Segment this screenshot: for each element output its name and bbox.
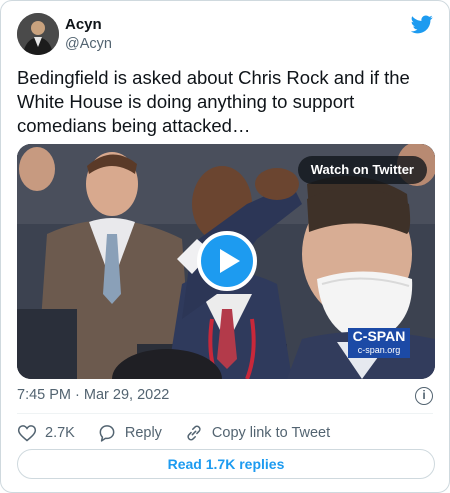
link-icon [187, 425, 201, 441]
reply-button[interactable]: Reply [97, 423, 162, 443]
cspan-brand: C-SPAN [352, 328, 406, 344]
author-name[interactable]: Acyn [65, 16, 102, 33]
cspan-watermark: C-SPAN c-span.org [348, 328, 410, 358]
avatar[interactable] [17, 13, 59, 55]
action-bar: 2.7K Reply Copy link to Tweet [17, 421, 352, 445]
like-count: 2.7K [45, 425, 75, 441]
cspan-url: c-span.org [357, 345, 401, 355]
tweet-text: Bedingfield is asked about Chris Rock an… [17, 67, 410, 136]
tweet-timestamp[interactable]: 7:45 PM · Mar 29, 2022 [17, 387, 169, 403]
tweet-card: Acyn @Acyn Bedingfield is asked about Ch… [0, 0, 450, 493]
heart-icon [17, 425, 37, 442]
like-button[interactable]: 2.7K [17, 423, 75, 443]
author-handle[interactable]: @Acyn [65, 36, 112, 52]
read-replies-button[interactable]: Read 1.7K replies [17, 449, 435, 479]
twitter-bird-icon[interactable] [411, 13, 433, 35]
play-button[interactable] [197, 231, 257, 291]
info-icon[interactable]: i [415, 387, 433, 405]
avatar-image [17, 13, 59, 55]
reply-label: Reply [124, 425, 162, 441]
reply-bubble-icon [99, 425, 115, 442]
divider [17, 413, 433, 414]
watch-on-twitter-button[interactable]: Watch on Twitter [297, 156, 427, 184]
copy-link-label: Copy link to Tweet [211, 425, 331, 441]
copy-link-button[interactable]: Copy link to Tweet [184, 423, 330, 443]
video-player[interactable]: Watch on Twitter C-SPAN c-span.org [17, 144, 435, 379]
play-icon [220, 249, 240, 273]
